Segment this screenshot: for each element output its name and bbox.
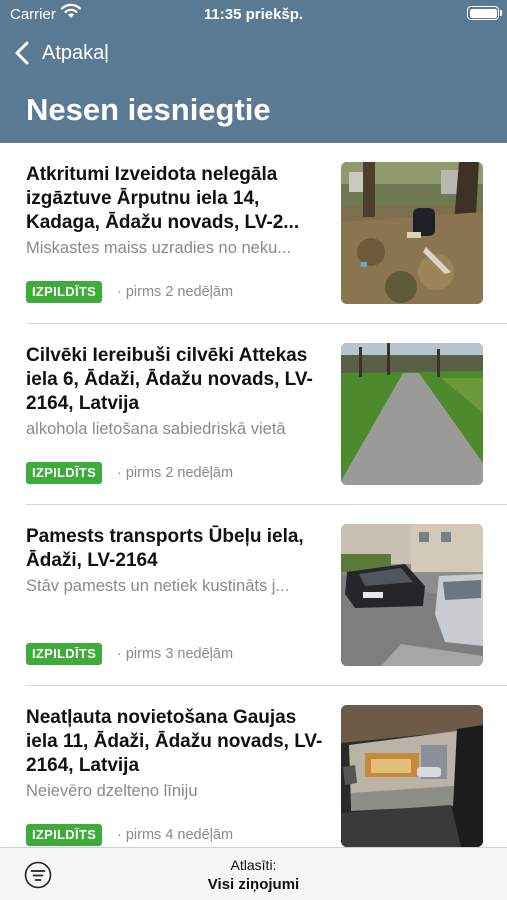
report-title: Cilvēki Iereibuši cilvēki Attekas iela 6…	[26, 345, 313, 414]
report-row[interactable]: Cilvēki Iereibuši cilvēki Attekas iela 6…	[0, 324, 507, 505]
report-description: Stāv pamests un netiek kustināts j...	[26, 577, 290, 595]
battery-icon	[467, 6, 502, 20]
park-footpath-photo[interactable]	[341, 343, 483, 485]
status-bar: Carrier 11:35 priekšp.	[0, 0, 507, 28]
bottom-toolbar: Atlasīti: Visi ziņojumi	[0, 847, 507, 900]
reports-list[interactable]: Atkritumi Izveidota nelegāla izgāztuve Ā…	[0, 143, 507, 847]
status-badge: IZPILDĪTS	[26, 462, 103, 484]
report-title: Neatļauta novietošana Gaujas iela 11, Ād…	[26, 707, 323, 776]
report-time: · pirms 2 nedēļām	[117, 284, 234, 300]
report-time: · pirms 2 nedēļām	[117, 465, 234, 481]
trash-bag-in-park-photo[interactable]	[341, 162, 483, 304]
report-row[interactable]: Atkritumi Izveidota nelegāla izgāztuve Ā…	[0, 143, 507, 324]
back-button[interactable]: Atpakaļ	[14, 38, 109, 68]
page-title: Nesen iesniegtie	[26, 92, 271, 127]
clock: 11:35 priekšp.	[203, 6, 304, 23]
back-label: Atpakaļ	[42, 41, 109, 64]
filter-caption: Atlasīti:	[230, 857, 277, 873]
report-description: Neievēro dzelteno līniju	[26, 782, 198, 800]
filter-value[interactable]: Visi ziņojumi	[0, 876, 507, 893]
report-time: · pirms 4 nedēļām	[117, 827, 234, 843]
report-time: · pirms 3 nedēļām	[117, 646, 234, 662]
parked-cars-photo[interactable]	[341, 524, 483, 666]
status-badge: IZPILDĪTS	[26, 824, 103, 846]
report-description: Miskastes maiss uzradies no neku...	[26, 239, 292, 257]
status-badge: IZPILDĪTS	[26, 281, 103, 303]
navigation-header: Carrier 11:35 priekšp. Atpakaļ Nesen ies…	[0, 0, 507, 143]
status-badge: IZPILDĪTS	[26, 643, 103, 665]
report-title: Pamests transports Ūbeļu iela, Ādaži, LV…	[26, 526, 304, 571]
report-row[interactable]: Pamests transports Ūbeļu iela, Ādaži, LV…	[0, 505, 507, 686]
report-title: Atkritumi Izveidota nelegāla izgāztuve Ā…	[26, 164, 300, 233]
car-window-view-photo[interactable]	[341, 705, 483, 847]
report-row[interactable]: Neatļauta novietošana Gaujas iela 11, Ād…	[0, 686, 507, 847]
report-description: alkohola lietošana sabiedriskā vietā	[26, 420, 286, 438]
chevron-left-icon	[15, 41, 29, 65]
